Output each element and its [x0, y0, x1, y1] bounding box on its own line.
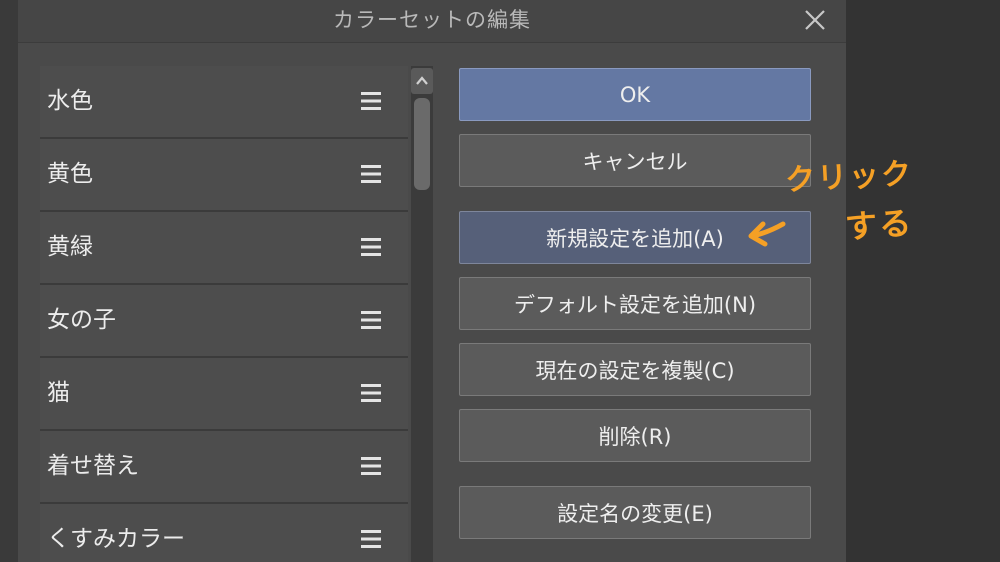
duplicate-setting-button[interactable]: 現在の設定を複製(C)	[459, 343, 811, 396]
drag-handle-icon[interactable]	[360, 455, 382, 477]
drag-handle-icon[interactable]	[360, 382, 382, 404]
list-item-label: 黄緑	[47, 234, 93, 260]
list-scrollbar[interactable]	[411, 66, 433, 562]
list-item-label: 女の子	[47, 307, 116, 333]
list-item[interactable]: 黄緑	[40, 212, 408, 283]
background-left	[0, 0, 18, 562]
list-item[interactable]: 黄色	[40, 139, 408, 210]
list-item-label: 着せ替え	[47, 453, 139, 479]
scroll-up-button[interactable]	[411, 68, 433, 94]
drag-handle-icon[interactable]	[360, 236, 382, 258]
ok-button[interactable]: OK	[459, 68, 811, 121]
list-item-label: 黄色	[47, 161, 93, 187]
list-item[interactable]: 着せ替え	[40, 431, 408, 502]
drag-handle-icon[interactable]	[360, 309, 382, 331]
dialog-title: カラーセットの編集	[333, 8, 531, 32]
close-button[interactable]	[798, 4, 832, 36]
list-item[interactable]: 猫	[40, 358, 408, 429]
list-item-label: 猫	[47, 380, 70, 406]
list-item-label: くすみカラー	[47, 526, 185, 552]
list-item[interactable]: 水色	[40, 66, 408, 137]
color-set-edit-dialog: カラーセットの編集 水色 黄色 黄緑 女の子 猫 着せ替え くすみカラー OK …	[18, 0, 846, 562]
annotation-text-click: クリック	[784, 156, 915, 199]
scroll-thumb[interactable]	[414, 98, 430, 190]
drag-handle-icon[interactable]	[360, 163, 382, 185]
annotation-text-do: する	[843, 203, 915, 247]
add-default-setting-button[interactable]: デフォルト設定を追加(N)	[459, 277, 811, 330]
dialog-titlebar: カラーセットの編集	[18, 0, 846, 43]
list-item[interactable]: くすみカラー	[40, 504, 408, 562]
drag-handle-icon[interactable]	[360, 528, 382, 550]
chevron-up-icon	[416, 76, 428, 85]
cancel-button[interactable]: キャンセル	[459, 134, 811, 187]
color-set-list: 水色 黄色 黄緑 女の子 猫 着せ替え くすみカラー	[40, 66, 408, 562]
list-item-label: 水色	[47, 88, 93, 114]
background-right	[846, 0, 1000, 562]
drag-handle-icon[interactable]	[360, 90, 382, 112]
rename-setting-button[interactable]: 設定名の変更(E)	[459, 486, 811, 539]
annotation-note: クリック する	[775, 150, 925, 250]
list-item[interactable]: 女の子	[40, 285, 408, 356]
close-icon	[805, 10, 825, 30]
delete-button[interactable]: 削除(R)	[459, 409, 811, 462]
